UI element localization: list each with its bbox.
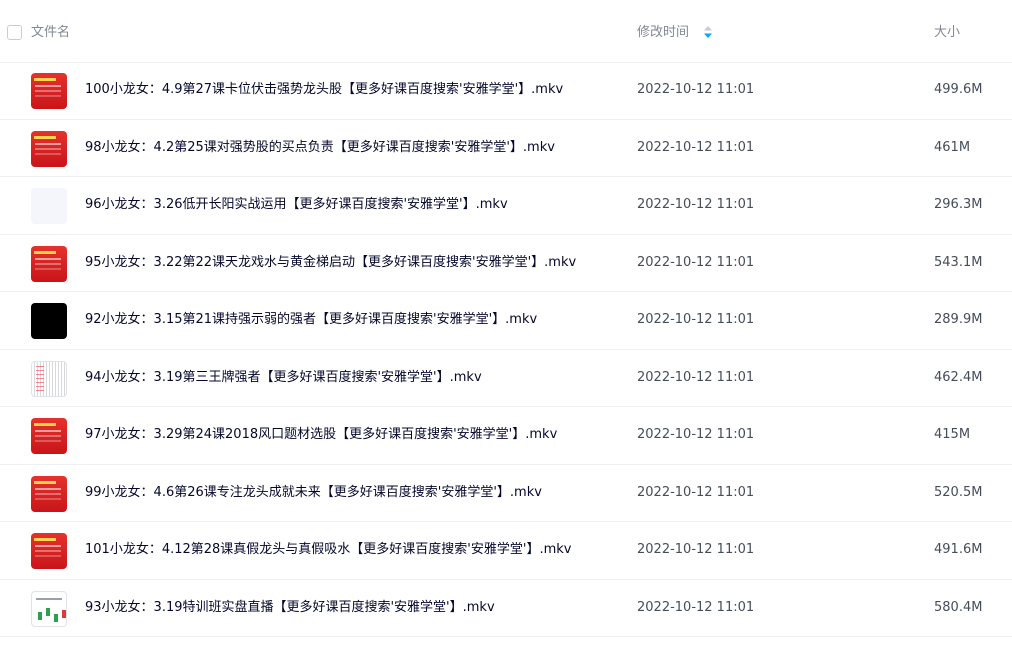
- file-size: 461M: [934, 139, 971, 155]
- file-size: 499.6M: [934, 82, 983, 97]
- video-thumbnail-icon: [31, 245, 67, 282]
- column-header-name[interactable]: 文件名: [31, 24, 70, 42]
- video-thumbnail-icon: [31, 130, 67, 167]
- file-size: 580.4M: [934, 599, 983, 615]
- file-row[interactable]: 94小龙女：3.19第三王牌强者【更多好课百度搜索'安雅学堂'】.mkv 202…: [0, 350, 1012, 407]
- file-size: 543.1M: [934, 254, 983, 270]
- file-list: 100小龙女：4.9第27课卡位伏击强势龙头股【更多好课百度搜索'安雅学堂'】.…: [0, 62, 1012, 637]
- file-name[interactable]: 99小龙女：4.6第26课专注龙头成就未来【更多好课百度搜索'安雅学堂'】.mk…: [85, 483, 542, 503]
- column-header-size[interactable]: 大小: [934, 24, 960, 42]
- file-row[interactable]: 98小龙女：4.2第25课对强势股的买点负责【更多好课百度搜索'安雅学堂'】.m…: [0, 120, 1012, 177]
- file-modified-time: 2022-10-12 11:01: [637, 542, 755, 557]
- file-name[interactable]: 98小龙女：4.2第25课对强势股的买点负责【更多好课百度搜索'安雅学堂'】.m…: [85, 138, 555, 158]
- video-thumbnail-icon: [31, 418, 67, 454]
- file-size: 296.3M: [934, 197, 983, 212]
- file-list-header: 文件名 修改时间 大小: [0, 0, 1012, 63]
- file-name[interactable]: 101小龙女：4.12第28课真假龙头与真假吸水【更多好课百度搜索'安雅学堂'】…: [85, 540, 571, 560]
- file-name[interactable]: 92小龙女：3.15第21课持强示弱的强者【更多好课百度搜索'安雅学堂'】.mk…: [85, 310, 537, 330]
- file-modified-time: 2022-10-12 11:01: [637, 254, 755, 270]
- video-thumbnail-icon: [31, 533, 67, 569]
- file-size: 520.5M: [934, 484, 983, 500]
- file-name[interactable]: 96小龙女：3.26低开长阳实战运用【更多好课百度搜索'安雅学堂'】.mkv: [85, 195, 508, 215]
- video-thumbnail-icon: [31, 73, 67, 109]
- file-modified-time: 2022-10-12 11:01: [637, 197, 755, 212]
- sort-arrows-icon[interactable]: [703, 25, 713, 39]
- select-all-checkbox[interactable]: [7, 25, 22, 40]
- file-row[interactable]: 99小龙女：4.6第26课专注龙头成就未来【更多好课百度搜索'安雅学堂'】.mk…: [0, 465, 1012, 522]
- file-size: 462.4M: [934, 369, 983, 385]
- file-size: 289.9M: [934, 312, 983, 327]
- file-modified-time: 2022-10-12 11:01: [637, 139, 755, 155]
- file-row[interactable]: 97小龙女：3.29第24课2018风口题材选股【更多好课百度搜索'安雅学堂'】…: [0, 407, 1012, 465]
- file-row[interactable]: 95小龙女：3.22第22课天龙戏水与黄金梯启动【更多好课百度搜索'安雅学堂'】…: [0, 235, 1012, 292]
- file-modified-time: 2022-10-12 11:01: [637, 312, 755, 327]
- column-header-time[interactable]: 修改时间: [637, 24, 689, 42]
- file-name[interactable]: 93小龙女：3.19特训班实盘直播【更多好课百度搜索'安雅学堂'】.mkv: [85, 598, 495, 618]
- file-modified-time: 2022-10-12 11:01: [637, 82, 755, 97]
- video-thumbnail-icon: [31, 303, 67, 339]
- file-name[interactable]: 97小龙女：3.29第24课2018风口题材选股【更多好课百度搜索'安雅学堂'】…: [85, 425, 557, 445]
- file-modified-time: 2022-10-12 11:01: [637, 369, 755, 385]
- file-row[interactable]: 93小龙女：3.19特训班实盘直播【更多好课百度搜索'安雅学堂'】.mkv 20…: [0, 580, 1012, 637]
- video-thumbnail-icon: [31, 590, 67, 627]
- file-row[interactable]: 101小龙女：4.12第28课真假龙头与真假吸水【更多好课百度搜索'安雅学堂'】…: [0, 522, 1012, 580]
- file-name[interactable]: 100小龙女：4.9第27课卡位伏击强势龙头股【更多好课百度搜索'安雅学堂'】.…: [85, 80, 563, 100]
- file-name[interactable]: 94小龙女：3.19第三王牌强者【更多好课百度搜索'安雅学堂'】.mkv: [85, 368, 482, 388]
- file-size: 491.6M: [934, 542, 983, 557]
- video-thumbnail-icon: [31, 360, 67, 397]
- file-modified-time: 2022-10-12 11:01: [637, 484, 755, 500]
- file-row[interactable]: 96小龙女：3.26低开长阳实战运用【更多好课百度搜索'安雅学堂'】.mkv 2…: [0, 177, 1012, 235]
- file-name[interactable]: 95小龙女：3.22第22课天龙戏水与黄金梯启动【更多好课百度搜索'安雅学堂'】…: [85, 253, 576, 273]
- file-modified-time: 2022-10-12 11:01: [637, 427, 755, 442]
- video-thumbnail-icon: [31, 188, 67, 224]
- file-modified-time: 2022-10-12 11:01: [637, 599, 755, 615]
- file-size: 415M: [934, 427, 971, 442]
- file-row[interactable]: 92小龙女：3.15第21课持强示弱的强者【更多好课百度搜索'安雅学堂'】.mk…: [0, 292, 1012, 350]
- file-row[interactable]: 100小龙女：4.9第27课卡位伏击强势龙头股【更多好课百度搜索'安雅学堂'】.…: [0, 62, 1012, 120]
- video-thumbnail-icon: [31, 475, 67, 512]
